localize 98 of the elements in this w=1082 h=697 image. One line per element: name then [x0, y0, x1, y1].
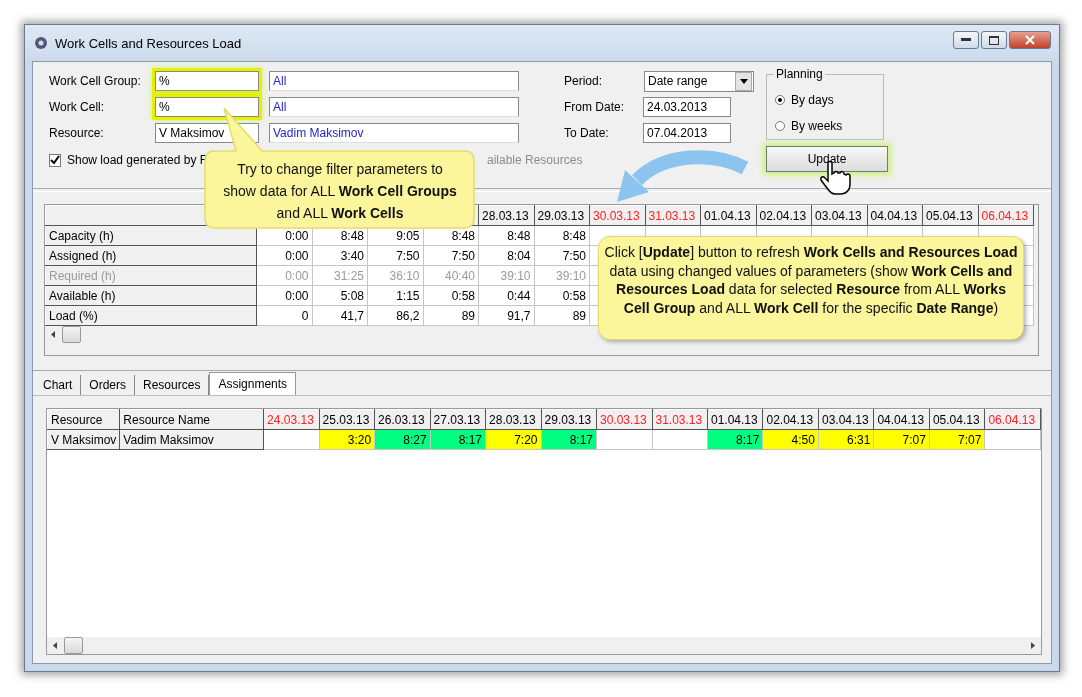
date-header: 06.04.13	[988, 412, 1036, 427]
table-cell: 3:40	[340, 248, 364, 263]
maximize-icon	[989, 35, 999, 45]
table-cell: 0:00	[285, 248, 309, 263]
caret-icon	[739, 78, 748, 84]
table-cell: 0:58	[451, 288, 475, 303]
table-cell: Vadim Maksimov	[123, 432, 214, 447]
radio-label: By days	[791, 93, 834, 107]
table-cell: 86,2	[396, 308, 420, 323]
callout-text: Try to change filter parameters to show data for ALL Work Cell Groups and ALL Work Cells	[222, 160, 458, 223]
date-header: 01.04.13	[704, 208, 751, 223]
scrollbar-thumb[interactable]	[62, 326, 81, 343]
code-field[interactable]: %	[155, 71, 259, 91]
field-label: From Date:	[564, 100, 625, 114]
table-cell: 8:48	[507, 228, 531, 243]
table-cell: 89	[572, 308, 586, 323]
row-header: Assigned (h)	[49, 248, 117, 263]
group-title: Planning	[774, 67, 825, 81]
radio-button[interactable]	[775, 95, 785, 105]
minimize-button[interactable]	[953, 31, 979, 49]
table-cell: 0:58	[562, 288, 586, 303]
date-header: 25.03.13	[322, 412, 370, 427]
date-header: 26.03.13	[378, 412, 425, 427]
tab[interactable]: Assignments	[209, 372, 297, 395]
table-cell: 39:10	[555, 268, 586, 283]
table-cell: 31:25	[333, 268, 364, 283]
date-header: 05.04.13	[926, 208, 973, 223]
table-cell: 7:50	[451, 248, 475, 263]
row-header: Capacity (h)	[49, 228, 114, 243]
table-cell: 0:00	[285, 268, 309, 283]
name-field[interactable]: All	[269, 97, 519, 117]
table-cell: 8:04	[507, 248, 531, 263]
table-cell: 8:48	[340, 228, 364, 243]
table-cell: 8:48	[451, 228, 475, 243]
update-button[interactable]: Update	[766, 146, 888, 172]
date-header: 31.03.13	[655, 412, 703, 427]
field-label: Resource:	[49, 126, 105, 140]
table-cell: 0	[301, 308, 309, 323]
table-cell: 39:10	[500, 268, 531, 283]
table-cell: 7:50	[562, 248, 586, 263]
column-header: Resource Name	[123, 412, 211, 427]
maximize-button[interactable]	[981, 31, 1007, 49]
table-cell: 0:44	[507, 288, 531, 303]
scrollbar-thumb[interactable]	[64, 637, 83, 654]
field-label: Period:	[564, 74, 604, 88]
date-header: 24.03.13	[267, 412, 314, 427]
date-header: 02.04.13	[766, 412, 814, 427]
date-header: 30.03.13	[600, 412, 647, 427]
name-field[interactable]: All	[269, 71, 519, 91]
row-header: Load (%)	[49, 308, 98, 323]
close-button[interactable]	[1009, 31, 1051, 49]
field-label: To Date:	[564, 126, 610, 140]
table-cell: 91,7	[507, 308, 531, 323]
column-header: Resource	[51, 412, 103, 427]
date-header: 30.03.13	[593, 208, 640, 223]
date-header: 29.03.13	[544, 412, 592, 427]
field-label: Work Cell:	[49, 100, 106, 114]
date-header: 05.04.13	[932, 412, 980, 427]
close-icon	[1025, 35, 1035, 45]
radio-button[interactable]	[775, 121, 785, 131]
date-header: 28.03.13	[489, 412, 536, 427]
date-header: 29.03.13	[537, 208, 585, 223]
date-header: 03.04.13	[821, 412, 869, 427]
table-cell: 9:05	[396, 228, 420, 243]
field-label: Work Cell Group:	[49, 74, 142, 88]
table-cell: 7:50	[396, 248, 420, 263]
date-header: 06.04.13	[981, 208, 1029, 223]
callout-text: Click [Update] button to refresh Work Cells and Resources Load data using changed values of parameters (show Work Cells and Resources Load data for selected Resource from ALL Works Cell Group and ALL Work Cell for the specific Date Range)	[598, 236, 1024, 340]
radio-label: By weeks	[791, 119, 843, 133]
date-field[interactable]: 07.04.2013	[643, 123, 731, 143]
date-header: 03.04.13	[815, 208, 862, 223]
table-cell: 89	[461, 308, 475, 323]
date-header: 27.03.13	[433, 412, 481, 427]
window-title: Work Cells and Resources Load	[55, 35, 242, 51]
checkbox[interactable]	[49, 153, 61, 167]
checkbox-label: ailable Resources	[487, 153, 583, 167]
date-field[interactable]: 24.03.2013	[643, 97, 731, 117]
date-header: 04.04.13	[877, 412, 925, 427]
row-header: Available (h)	[49, 288, 116, 303]
row-header: Required (h)	[49, 268, 116, 283]
date-header: 31.03.13	[648, 208, 696, 223]
table-cell: 8:48	[562, 228, 586, 243]
date-header: 02.04.13	[759, 208, 807, 223]
table-cell: 40:40	[444, 268, 475, 283]
table-cell: 41,7	[340, 308, 364, 323]
name-field[interactable]: Vadim Maksimov	[269, 123, 519, 143]
table-cell: 0:00	[285, 228, 309, 243]
date-header: 01.04.13	[711, 412, 758, 427]
table-cell: 36:10	[389, 268, 420, 283]
period-dropdown[interactable]: Date range	[644, 70, 754, 92]
minimize-icon	[961, 38, 971, 42]
table-cell: V Maksimov	[51, 432, 117, 447]
date-header: 28.03.13	[482, 208, 529, 223]
table-cell: 1:15	[396, 288, 420, 303]
table-cell: 5:08	[340, 288, 364, 303]
date-header: 04.04.13	[870, 208, 918, 223]
table-cell: 0:00	[285, 288, 309, 303]
code-field[interactable]: %	[155, 97, 259, 117]
